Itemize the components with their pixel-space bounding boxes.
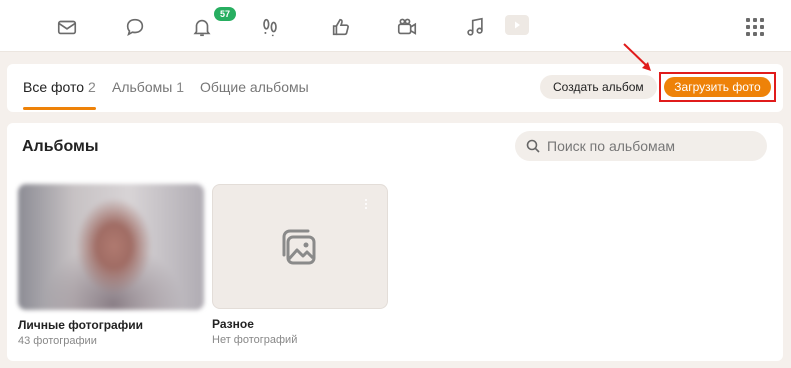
thumbs-up-icon[interactable]: [328, 14, 354, 40]
photos-tabs-panel: Все фото 2 Альбомы 1 Общие альбомы Созда…: [7, 64, 783, 112]
album-cover-photo[interactable]: [18, 184, 204, 310]
tab-albums-count: 1: [176, 79, 184, 95]
music-note-icon[interactable]: [462, 14, 488, 40]
album-card[interactable]: Личные фотографии 43 фотографии: [18, 184, 204, 347]
album-card[interactable]: Разное Нет фотографий: [212, 184, 388, 346]
album-name: Личные фотографии: [18, 318, 143, 332]
album-photo-count: 43 фотографии: [18, 335, 97, 347]
chat-icon[interactable]: [122, 14, 148, 40]
upload-photo-button[interactable]: Загрузить фото: [664, 77, 771, 97]
video-play-icon[interactable]: [505, 15, 529, 35]
mail-icon[interactable]: [54, 14, 80, 40]
albums-panel: Альбомы Личные фотографии 43 фотографии …: [7, 123, 783, 361]
tab-shared-albums[interactable]: Общие альбомы: [200, 79, 309, 95]
annotation-arrow: [623, 43, 651, 71]
tab-all-photos-count: 2: [87, 79, 96, 95]
tab-all-photos[interactable]: Все фото 2: [23, 79, 96, 95]
tab-albums[interactable]: Альбомы 1: [112, 79, 184, 95]
album-photo-count: Нет фотографий: [212, 334, 298, 346]
active-tab-indicator: [23, 107, 96, 110]
album-cover-empty[interactable]: [212, 184, 388, 309]
search-icon: [526, 139, 540, 153]
notifications-badge: 57: [214, 7, 237, 21]
albums-section-title: Альбомы: [22, 138, 99, 155]
photo-gallery-icon: [282, 229, 316, 264]
album-name: Разное: [212, 317, 254, 331]
tab-all-photos-label: Все фото: [23, 79, 85, 95]
apps-grid-icon[interactable]: [746, 18, 764, 36]
bell-icon[interactable]: [189, 14, 215, 40]
search-input[interactable]: [547, 131, 757, 161]
footprints-icon[interactable]: [257, 14, 283, 40]
top-nav-bar: 57: [0, 0, 791, 52]
album-search[interactable]: [515, 131, 767, 161]
video-camera-icon[interactable]: [394, 14, 420, 40]
tab-albums-label: Альбомы: [112, 79, 173, 95]
album-menu-icon[interactable]: [365, 199, 369, 211]
upload-highlight-box: Загрузить фото: [659, 72, 776, 102]
